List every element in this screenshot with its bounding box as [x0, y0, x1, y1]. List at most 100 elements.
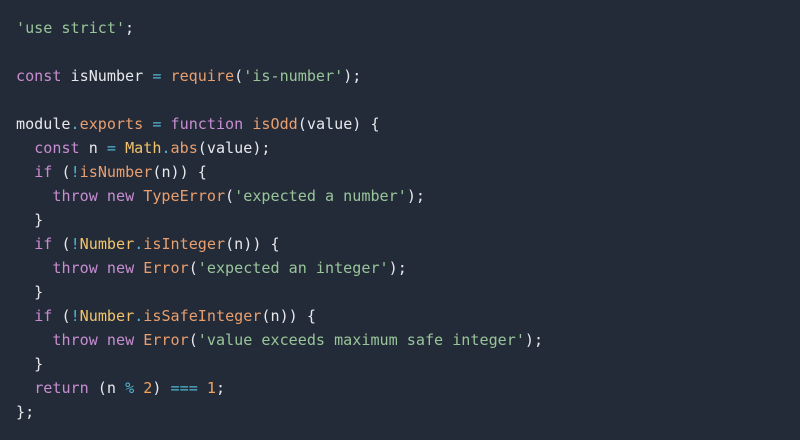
function-token: isInteger: [143, 235, 226, 253]
function-token: abs: [170, 139, 198, 157]
code-text: );: [343, 67, 362, 85]
code-text: (value) {: [297, 115, 380, 133]
code-editor[interactable]: 'use strict'; const isNumber = require('…: [0, 0, 800, 440]
operator-token: !: [70, 163, 80, 181]
function-token: Error: [143, 331, 189, 349]
keyword-token: new: [106, 259, 135, 277]
code-text: (: [188, 259, 198, 277]
code-line: const n = Math.abs(value);: [16, 136, 784, 160]
code-text: (n)) {: [152, 163, 207, 181]
keyword-token: const: [16, 67, 62, 85]
code-text: (: [52, 163, 71, 181]
code-line: }: [16, 280, 784, 304]
code-text: (n)) {: [261, 307, 316, 325]
code-line: const isNumber = require('is-number');: [16, 64, 784, 88]
keyword-token: new: [106, 331, 135, 349]
code-text: );: [388, 259, 407, 277]
operator-token: %: [125, 379, 135, 397]
code-text: ;: [125, 19, 135, 37]
keyword-token: throw: [52, 259, 98, 277]
code-text: );: [524, 331, 544, 349]
operator-token: =: [106, 139, 116, 157]
keyword-token: if: [34, 307, 53, 325]
keyword-token: if: [34, 235, 53, 253]
code-text: isNumber: [61, 67, 153, 85]
operator-token: .: [70, 115, 80, 133]
code-line: };: [16, 400, 784, 424]
function-token: isOdd: [252, 115, 298, 133]
keyword-token: const: [34, 139, 80, 157]
code-text: (n)) {: [225, 235, 280, 253]
keyword-token: function: [170, 115, 244, 133]
code-line: if (!isNumber(n)) {: [16, 160, 784, 184]
code-text: );: [406, 187, 425, 205]
code-line: if (!Number.isInteger(n)) {: [16, 232, 784, 256]
keyword-token: return: [34, 379, 89, 397]
code-text: ;: [216, 379, 226, 397]
code-text: (: [234, 67, 244, 85]
function-token: TypeError: [143, 187, 226, 205]
code-line: throw new Error('expected an integer');: [16, 256, 784, 280]
function-token: isSafeInteger: [143, 307, 262, 325]
code-line: throw new TypeError('expected a number')…: [16, 184, 784, 208]
operator-token: .: [161, 139, 171, 157]
code-line: if (!Number.isSafeInteger(n)) {: [16, 304, 784, 328]
number-token: 2: [143, 379, 153, 397]
operator-token: ===: [170, 379, 198, 397]
class-token: Number: [79, 235, 135, 253]
keyword-token: throw: [52, 331, 98, 349]
code-text: (: [52, 307, 71, 325]
operator-token: .: [134, 235, 144, 253]
code-line: }: [16, 352, 784, 376]
code-text: }: [16, 283, 44, 301]
code-text: (n: [88, 379, 126, 397]
code-text: n: [79, 139, 107, 157]
keyword-token: if: [34, 163, 53, 181]
string-token: 'value exceeds maximum safe integer': [197, 331, 525, 349]
string-token: 'expected an integer': [197, 259, 389, 277]
code-text: };: [16, 403, 35, 421]
function-token: Error: [143, 259, 189, 277]
code-text: ): [152, 379, 171, 397]
code-text: (: [188, 331, 198, 349]
code-text: module: [16, 115, 71, 133]
code-line: return (n % 2) === 1;: [16, 376, 784, 400]
code-line: throw new Error('value exceeds maximum s…: [16, 328, 784, 352]
code-text: (: [225, 187, 235, 205]
code-block[interactable]: 'use strict'; const isNumber = require('…: [16, 16, 784, 424]
code-line: }: [16, 208, 784, 232]
code-text: }: [16, 211, 44, 229]
string-token: 'is-number': [243, 67, 344, 85]
code-line: module.exports = function isOdd(value) {: [16, 112, 784, 136]
operator-token: !: [70, 307, 80, 325]
function-token: isNumber: [79, 163, 153, 181]
code-text: (: [52, 235, 71, 253]
property-token: exports: [79, 115, 144, 133]
number-token: 1: [206, 379, 216, 397]
operator-token: .: [134, 307, 144, 325]
code-line: 'use strict';: [16, 16, 784, 40]
keyword-token: new: [106, 187, 135, 205]
string-token: 'expected a number': [234, 187, 407, 205]
operator-token: !: [70, 235, 80, 253]
